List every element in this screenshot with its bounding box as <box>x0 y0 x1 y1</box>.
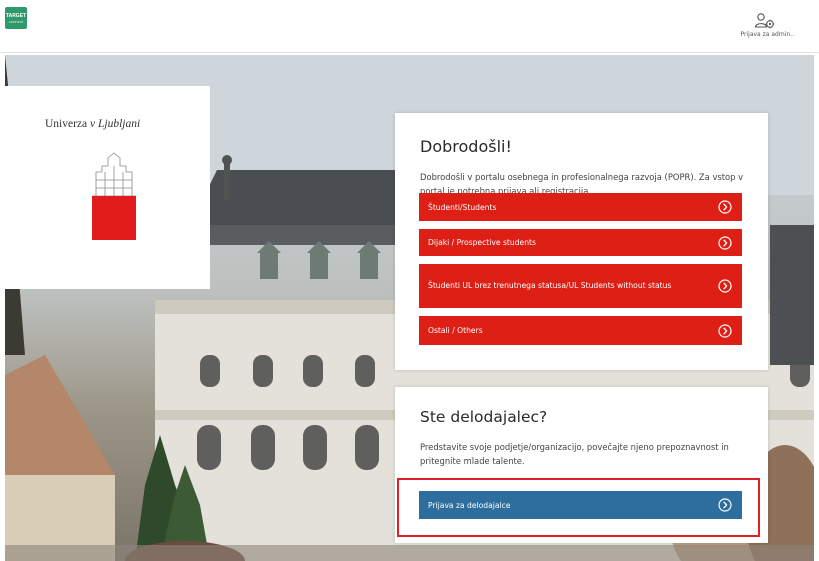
others-login-button[interactable]: Ostali / Others <box>419 316 742 345</box>
top-bar: TARGET connect Prijava za admin.. <box>0 0 819 53</box>
chevron-right-circle-icon <box>718 279 732 293</box>
prospective-students-label: Dijaki / Prospective students <box>428 238 536 247</box>
students-login-label: Študenti/Students <box>428 202 497 212</box>
chevron-right-circle-icon <box>718 235 732 250</box>
chevron-right-circle-icon <box>718 498 732 512</box>
prospective-students-button[interactable]: Dijaki / Prospective students <box>419 229 742 256</box>
university-name: Univerza v Ljubljani <box>45 118 140 130</box>
others-login-label: Ostali / Others <box>428 326 483 335</box>
users-gear-icon <box>754 13 775 29</box>
students-without-status-button[interactable]: Študenti UL brez trenutnega statusa/UL S… <box>419 264 742 308</box>
logo-subtext: connect <box>8 19 23 24</box>
university-logo-card: Univerza v Ljubljani <box>5 86 210 289</box>
admin-login-link[interactable]: Prijava za admin.. <box>704 12 794 38</box>
employer-login-button[interactable]: Prijava za delodajalce <box>419 491 742 519</box>
target-connect-logo[interactable]: TARGET connect <box>5 7 27 29</box>
admin-login-label: Prijava za admin.. <box>740 31 794 38</box>
students-login-button[interactable]: Študenti/Students <box>419 193 742 221</box>
employer-card: Ste delodajalec? Predstavite svoje podje… <box>395 387 768 543</box>
chevron-right-circle-icon <box>718 323 732 338</box>
university-name-part1: Univerza <box>45 118 88 130</box>
employer-description: Predstavite svoje podjetje/organizacijo,… <box>420 442 729 466</box>
welcome-card: Dobrodošli! Dobrodošli v portalu osebneg… <box>395 113 768 370</box>
university-emblem <box>92 152 136 240</box>
students-without-status-label: Študenti UL brez trenutnega statusa/UL S… <box>428 281 672 290</box>
welcome-title: Dobrodošli! <box>420 137 512 156</box>
chevron-right-circle-icon <box>718 200 732 214</box>
university-name-part2: v Ljubljani <box>90 118 141 130</box>
employer-login-label: Prijava za delodajalce <box>428 500 511 510</box>
employer-title: Ste delodajalec? <box>420 408 548 426</box>
